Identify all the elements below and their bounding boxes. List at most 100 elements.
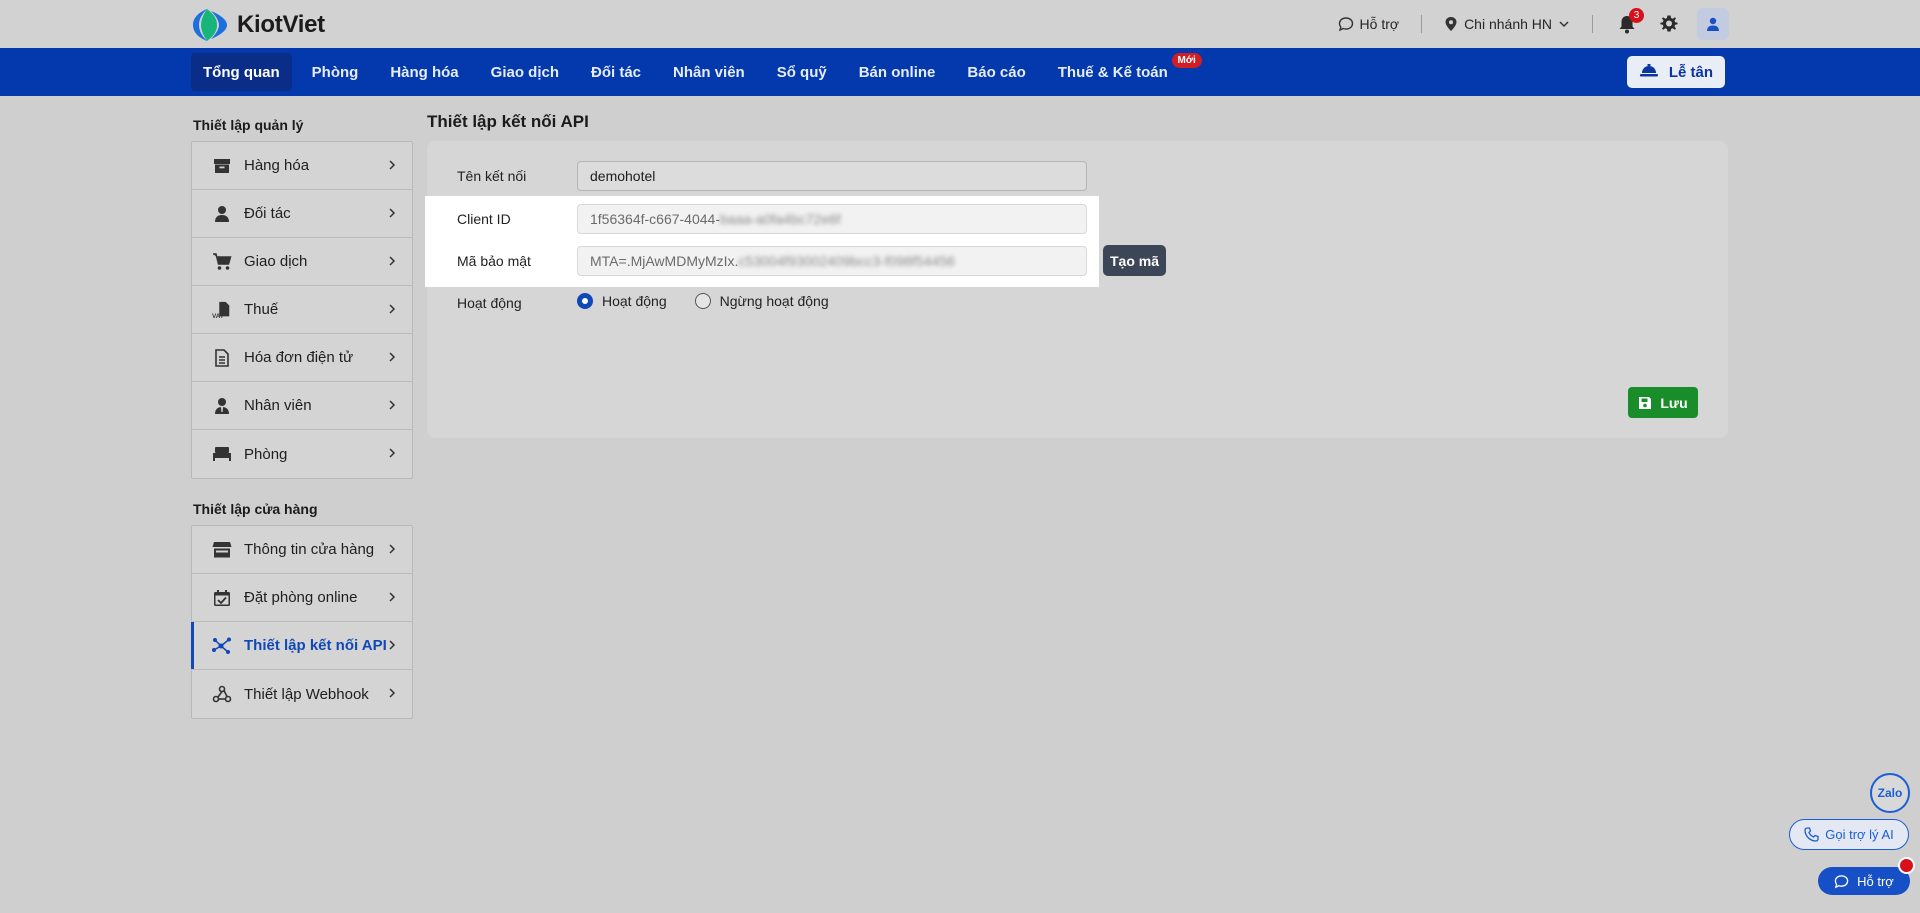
nav-item-overview[interactable]: Tổng quan [191,53,292,91]
ai-assistant-label: Gọi trợ lý AI [1825,827,1894,842]
save-label: Lưu [1660,394,1688,411]
ai-assistant-button[interactable]: Gọi trợ lý AI [1789,819,1909,850]
cart-icon [212,252,232,272]
nav-item-rooms[interactable]: Phòng [300,53,371,91]
nav-item-products[interactable]: Hàng hóa [378,53,470,91]
status-active-option[interactable]: Hoạt động [577,293,667,309]
zalo-chat-button[interactable]: Zalo [1870,773,1910,813]
settings-sidebar: Thiết lập quản lý Hàng hóa Đối tác Giao … [191,96,413,719]
sidebar-item-label: Đặt phòng online [244,589,358,606]
connection-name-input[interactable]: demohotel [577,161,1087,191]
sidebar-item-e-invoice[interactable]: Hóa đơn điện tử [192,334,412,382]
divider [1592,15,1593,33]
floppy-disk-icon [1639,396,1652,409]
avatar[interactable] [1697,8,1729,40]
status-inactive-radio[interactable] [694,293,711,309]
secret-value: MTA=.MjAwMDMyMzIx. [590,253,739,269]
nav-item-cashbook[interactable]: Sổ quỹ [765,53,839,91]
employee-icon [212,396,232,416]
chevron-right-icon [389,256,396,266]
sidebar-item-label: Thiết lập kết nối API [244,637,387,654]
sidebar-item-api-settings[interactable]: Thiết lập kết nối API [191,622,412,670]
svg-text:VAT: VAT [212,313,224,320]
client-id-value: 1f56364f-c667-4044- [590,211,720,227]
logo[interactable]: KiotViet [191,7,325,43]
chevron-right-icon [389,640,396,650]
sidebar-item-label: Hàng hóa [244,157,310,174]
nav-item-tax-accounting[interactable]: Thuế & Kế toán Mới [1046,53,1202,91]
notification-button[interactable]: 3 [1615,8,1644,36]
support-notification-dot [1898,857,1915,874]
status-radio-group: Hoạt động Ngừng hoạt động [577,293,829,309]
sidebar-item-partners[interactable]: Đối tác [192,190,412,238]
save-button[interactable]: Lưu [1628,387,1698,418]
status-active-radio[interactable] [577,293,593,309]
sidebar-item-rooms[interactable]: Phòng [192,430,412,478]
reception-label: Lễ tân [1668,63,1713,81]
vat-icon: VAT [212,300,232,320]
management-section-title: Thiết lập quản lý [193,117,304,133]
client-id-masked: baaa-a0fa4bc72e6f [720,211,841,227]
connection-name-label: Tên kết nối [457,168,527,184]
sidebar-item-label: Đối tác [244,205,291,222]
nav-item-partners[interactable]: Đối tác [579,53,653,91]
generate-secret-button[interactable]: Tạo mã [1103,245,1166,276]
location-pin-icon [1445,17,1457,31]
nav-item-tax-accounting-label: Thuế & Kế toán [1057,63,1168,81]
sidebar-item-webhook[interactable]: Thiết lập Webhook [192,670,412,718]
sidebar-item-label: Nhân viên [244,397,312,414]
status-label: Hoạt động [457,295,522,311]
sidebar-item-label: Giao dịch [244,253,308,270]
chevron-right-icon [389,208,396,218]
chevron-right-icon [389,400,396,410]
status-inactive-option[interactable]: Ngừng hoạt động [694,293,829,309]
brand-name: KiotViet [237,11,325,38]
connection-name-value: demohotel [590,168,656,184]
status-active-label: Hoạt động [602,293,667,309]
nav-item-transactions[interactable]: Giao dịch [479,53,571,91]
chevron-right-icon [389,304,396,314]
nav-item-online-sales[interactable]: Bán online [847,53,948,91]
zalo-label: Zalo [1877,786,1903,800]
chevron-right-icon [389,448,396,458]
status-inactive-label: Ngừng hoạt động [719,293,829,309]
reception-button[interactable]: Lễ tân [1626,56,1725,88]
page-title: Thiết lập kết nối API [427,112,589,131]
secret-label: Mã bảo mật [457,253,531,269]
store-icon [212,540,232,560]
secret-field[interactable]: MTA=.MjAwMDMyMzIx. c53004f93002409bcc3-f0… [577,246,1087,276]
chat-bubble-icon [1338,17,1353,32]
sidebar-item-online-booking[interactable]: Đặt phòng online [192,574,412,622]
sidebar-item-label: Hóa đơn điện tử [244,349,354,366]
gear-icon [1660,15,1678,32]
support-label: Hỗ trợ [1359,16,1400,32]
webhook-icon [212,684,232,704]
support-link[interactable]: Hỗ trợ [1338,16,1400,32]
sidebar-item-label: Phòng [244,445,288,463]
phone-icon [1804,827,1819,842]
chevron-right-icon [389,688,396,698]
chevron-right-icon [389,352,396,362]
nav-item-reports[interactable]: Báo cáo [955,53,1037,91]
branch-selector[interactable]: Chi nhánh HN [1444,16,1570,32]
store-menu: Thông tin cửa hàng Đặt phòng online Thiế… [191,525,413,719]
nav-item-employees[interactable]: Nhân viên [661,53,757,91]
sidebar-item-transactions[interactable]: Giao dịch [192,238,412,286]
management-menu: Hàng hóa Đối tác Giao dịch VAT Thuế Hóa … [191,141,413,479]
sidebar-item-label: Thiết lập Webhook [244,685,369,703]
floating-support-label: Hỗ trợ [1857,873,1894,889]
chat-bubble-icon [1834,874,1849,888]
invoice-icon [212,348,232,368]
sidebar-item-products[interactable]: Hàng hóa [192,142,412,190]
client-id-label: Client ID [457,211,511,227]
top-bar: KiotViet Hỗ trợ Chi nhánh HN 3 [0,0,1920,48]
chevron-right-icon [389,592,396,602]
sidebar-item-store-info[interactable]: Thông tin cửa hàng [192,526,412,574]
sidebar-item-tax[interactable]: VAT Thuế [192,286,412,334]
client-id-field[interactable]: 1f56364f-c667-4044- baaa-a0fa4bc72e6f [577,204,1087,234]
settings-button[interactable] [1657,12,1681,36]
floating-support-button[interactable]: Hỗ trợ [1818,867,1910,895]
sidebar-item-employees[interactable]: Nhân viên [192,382,412,430]
bed-icon [212,444,232,464]
divider [1421,15,1423,33]
